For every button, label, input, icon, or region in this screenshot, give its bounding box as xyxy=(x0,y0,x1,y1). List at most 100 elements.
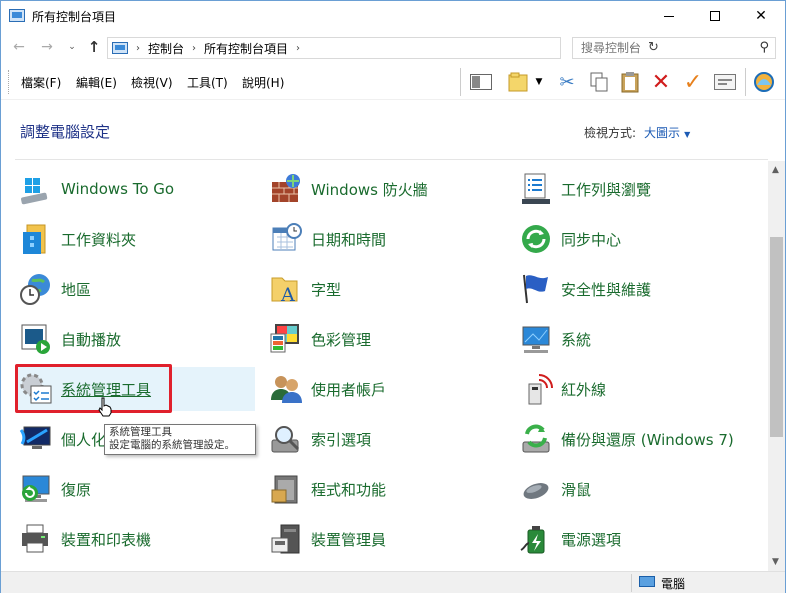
control-panel-item-label[interactable]: 紅外線 xyxy=(561,379,606,400)
shell-icon[interactable] xyxy=(751,69,777,95)
chevron-down-icon[interactable]: ▼ xyxy=(684,130,690,139)
control-panel-item-device-manager[interactable]: 裝置管理員 xyxy=(265,517,505,561)
view-mode-selector[interactable]: 檢視方式: 大圖示 ▼ xyxy=(584,124,690,141)
control-panel-item-label[interactable]: 備份與還原 (Windows 7) xyxy=(561,429,734,450)
indexing-icon xyxy=(269,422,303,456)
svg-text:A: A xyxy=(280,284,295,306)
status-separator xyxy=(631,574,632,592)
control-panel-item-globe-clock[interactable]: 地區 xyxy=(15,267,255,311)
address-row: ← → ⌄ ↑ › 控制台 › 所有控制台項目 › ⌄ ↻ 搜尋控制台 ⚲ xyxy=(1,35,785,61)
control-panel-item-users[interactable]: 使用者帳戶 xyxy=(265,367,505,411)
view-mode-label: 檢視方式: xyxy=(584,126,637,140)
control-panel-item-label[interactable]: 工作資料夾 xyxy=(61,229,136,250)
control-panel-item-programs[interactable]: 程式和功能 xyxy=(265,467,505,511)
control-panel-item-label[interactable]: 復原 xyxy=(61,479,91,500)
control-panel-item-calendar-clock[interactable]: 日期和時間 xyxy=(265,217,505,261)
control-panel-item-firewall[interactable]: Windows 防火牆 xyxy=(265,167,505,211)
control-panel-item-label[interactable]: 自動播放 xyxy=(61,329,121,350)
system-monitor-icon xyxy=(519,322,553,356)
menu-tools[interactable]: 工具(T) xyxy=(187,74,228,91)
chevron-right-icon[interactable]: › xyxy=(192,43,196,54)
control-panel-item-work-folders[interactable]: 工作資料夾 xyxy=(15,217,255,261)
control-panel-item-label[interactable]: 個人化 xyxy=(61,429,106,450)
menu-help[interactable]: 說明(H) xyxy=(242,74,284,91)
scroll-up-icon[interactable]: ▲ xyxy=(772,165,779,175)
control-panel-item-printer[interactable]: 裝置和印表機 xyxy=(15,517,255,561)
search-input[interactable]: 搜尋控制台 ⚲ xyxy=(572,37,776,59)
forward-arrow-icon[interactable]: → xyxy=(38,38,56,56)
properties-icon[interactable] xyxy=(712,69,738,95)
control-panel-item-label[interactable]: 色彩管理 xyxy=(311,329,371,350)
search-icon[interactable]: ⚲ xyxy=(759,38,769,58)
title-bar[interactable]: 所有控制台項目 ✕ xyxy=(1,1,785,31)
control-panel-item-label[interactable]: 同步中心 xyxy=(561,229,621,250)
control-panel-item-label[interactable]: 地區 xyxy=(61,279,91,300)
checkmark-icon[interactable]: ✓ xyxy=(680,69,706,95)
maximize-button[interactable] xyxy=(692,1,738,31)
chevron-right-icon[interactable]: › xyxy=(136,43,140,54)
control-panel-item-label[interactable]: 索引選項 xyxy=(311,429,371,450)
control-panel-item-indexing[interactable]: 索引選項 xyxy=(265,417,505,461)
copy-icon[interactable] xyxy=(586,69,612,95)
toolbar-separator xyxy=(745,68,746,96)
recent-locations-icon[interactable]: ⌄ xyxy=(63,38,81,56)
breadcrumb-control-panel[interactable]: 控制台 xyxy=(148,40,184,57)
control-panel-item-label[interactable]: 安全性與維護 xyxy=(561,279,651,300)
control-panel-item-font-folder[interactable]: A 字型 xyxy=(265,267,505,311)
up-arrow-icon[interactable]: ↑ xyxy=(85,38,103,56)
control-panel-item-taskbar[interactable]: 工作列與瀏覽 xyxy=(515,167,755,211)
menu-edit[interactable]: 編輯(E) xyxy=(76,74,117,91)
scroll-down-icon[interactable]: ▼ xyxy=(772,557,779,567)
control-panel-item-label[interactable]: 電源選項 xyxy=(561,529,621,550)
control-panel-item-sync[interactable]: 同步中心 xyxy=(515,217,755,261)
globe-clock-icon xyxy=(19,272,53,306)
control-panel-item-backup[interactable]: 備份與還原 (Windows 7) xyxy=(515,417,755,461)
control-panel-item-label[interactable]: 使用者帳戶 xyxy=(311,379,386,400)
menu-file[interactable]: 檔案(F) xyxy=(21,74,61,91)
control-panel-item-system-monitor[interactable]: 系統 xyxy=(515,317,755,361)
control-panel-item-label[interactable]: 日期和時間 xyxy=(311,229,386,250)
paste-icon[interactable] xyxy=(617,69,643,95)
view-mode-value[interactable]: 大圖示 xyxy=(644,126,680,140)
delete-icon[interactable]: ✕ xyxy=(648,69,674,95)
cut-icon[interactable]: ✂ xyxy=(554,69,580,95)
control-panel-item-infrared[interactable]: 紅外線 xyxy=(515,367,755,411)
control-panel-item-color-management[interactable]: 色彩管理 xyxy=(265,317,505,361)
chevron-right-icon[interactable]: › xyxy=(296,43,300,54)
control-panel-item-label[interactable]: 工作列與瀏覽 xyxy=(561,179,651,200)
page-title: 調整電腦設定 xyxy=(20,123,111,141)
toolbar-grip[interactable] xyxy=(8,70,10,94)
minimize-button[interactable] xyxy=(646,1,692,31)
back-arrow-icon[interactable]: ← xyxy=(10,38,28,56)
vertical-scrollbar[interactable]: ▲ ▼ xyxy=(768,161,785,571)
control-panel-item-label[interactable]: 裝置管理員 xyxy=(311,529,386,550)
status-bar: 電腦 xyxy=(1,571,785,593)
chevron-down-icon[interactable]: ▼ xyxy=(532,69,546,95)
folder-view-icon[interactable] xyxy=(506,69,532,95)
control-panel-item-label[interactable]: 裝置和印表機 xyxy=(61,529,151,550)
control-panel-item-label[interactable]: 字型 xyxy=(311,279,341,300)
menu-view[interactable]: 檢視(V) xyxy=(131,74,173,91)
control-panel-item-label[interactable]: Windows 防火牆 xyxy=(311,179,428,200)
control-panel-item-label[interactable]: 系統 xyxy=(561,329,591,350)
close-button[interactable]: ✕ xyxy=(738,1,784,31)
control-panel-item-autoplay[interactable]: 自動播放 xyxy=(15,317,255,361)
control-panel-item-label[interactable]: 程式和功能 xyxy=(311,479,386,500)
control-panel-item-label[interactable]: Windows To Go xyxy=(61,180,174,198)
control-panel-item-recovery[interactable]: 復原 xyxy=(15,467,255,511)
control-panel-item-power[interactable]: 電源選項 xyxy=(515,517,755,561)
scrollbar-thumb[interactable] xyxy=(770,237,783,437)
control-panel-item-usb-drive[interactable]: Windows To Go xyxy=(15,167,255,211)
address-bar[interactable]: › 控制台 › 所有控制台項目 › ⌄ ↻ xyxy=(107,37,659,59)
control-panel-item-mouse[interactable]: 滑鼠 xyxy=(515,467,755,511)
printer-icon xyxy=(19,522,53,556)
control-panel-item-flag[interactable]: 安全性與維護 xyxy=(515,267,755,311)
power-icon xyxy=(519,522,553,556)
breadcrumb-all-items[interactable]: 所有控制台項目 xyxy=(204,40,288,57)
color-management-icon xyxy=(269,322,303,356)
highlight-annotation xyxy=(15,364,172,413)
preview-pane-icon[interactable] xyxy=(468,69,494,95)
tooltip-title: 系統管理工具 xyxy=(109,426,172,438)
users-icon xyxy=(269,372,303,406)
control-panel-item-label[interactable]: 滑鼠 xyxy=(561,479,591,500)
